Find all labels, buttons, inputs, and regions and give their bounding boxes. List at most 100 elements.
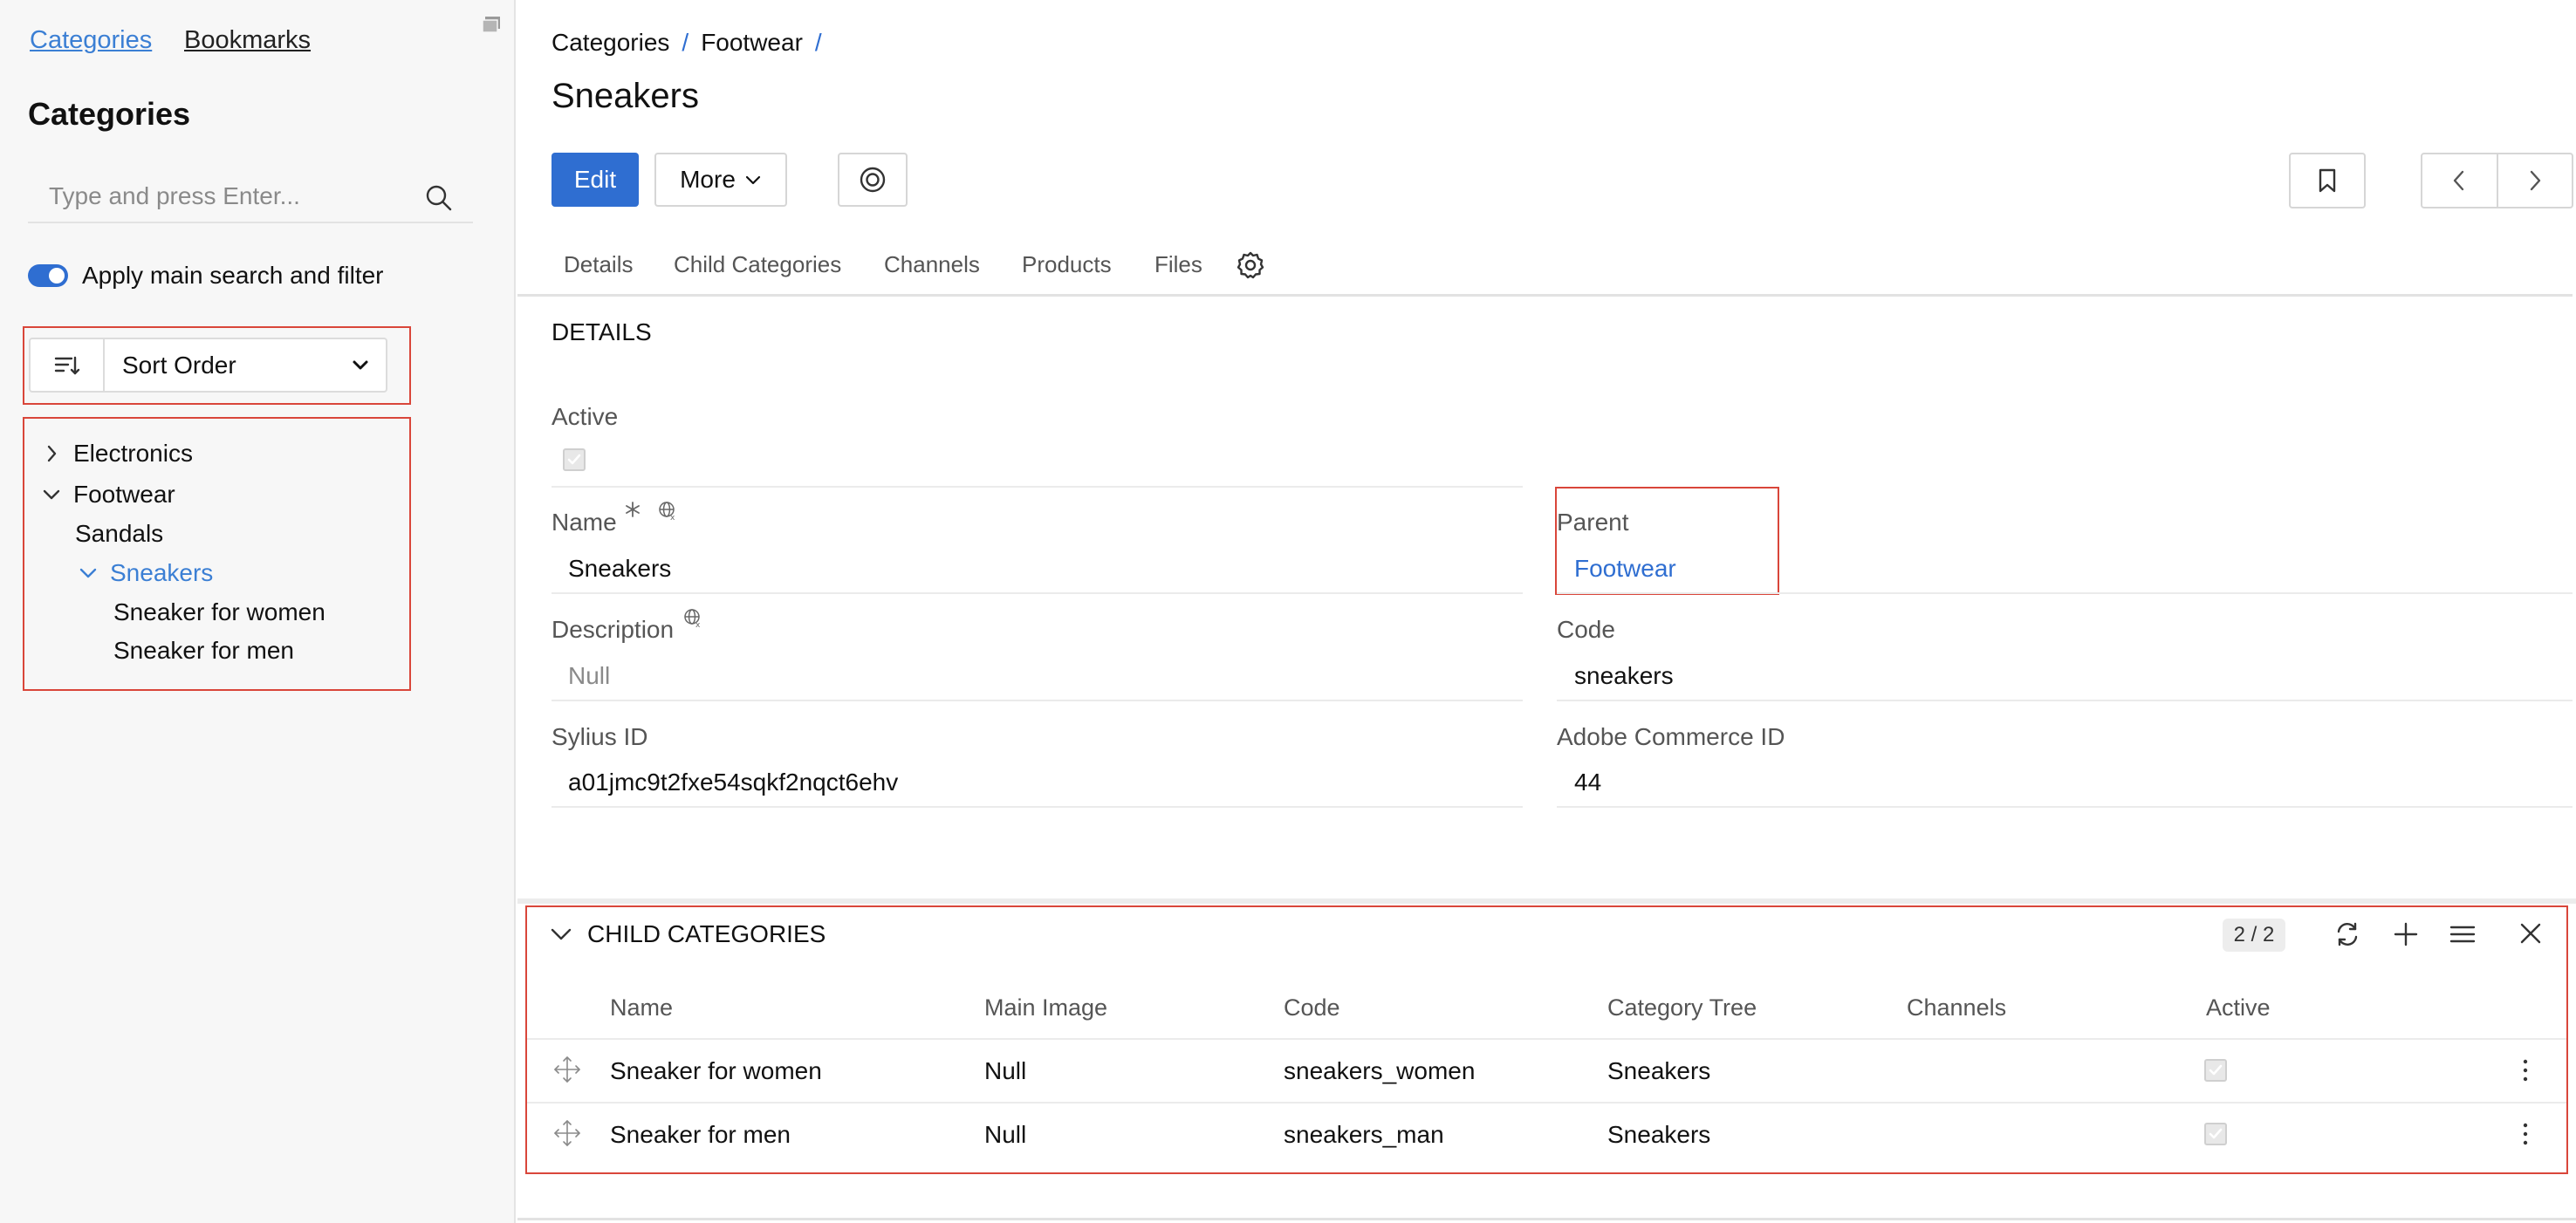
sort-order-value: Sort Order — [122, 351, 236, 379]
search-input[interactable] — [28, 182, 412, 210]
sidebar-title: Categories — [28, 96, 191, 132]
svg-text:x: x — [695, 621, 701, 628]
chevron-down-icon — [353, 360, 368, 369]
bookmark-button[interactable] — [2289, 153, 2366, 208]
tab-products[interactable]: Products — [1022, 251, 1112, 278]
child-active-checkbox — [2204, 1059, 2227, 1082]
tree-item-label: Sneaker for women — [113, 598, 325, 625]
main-search-toggle-row: Apply main search and filter — [28, 262, 384, 290]
edit-button[interactable]: Edit — [552, 153, 639, 207]
toggle-label: Apply main search and filter — [82, 262, 384, 289]
divider — [552, 486, 1523, 488]
chevron-down-icon[interactable] — [549, 922, 573, 946]
child-categories-header[interactable]: CHILD CATEGORIES — [549, 920, 826, 948]
child-count-badge: 2 / 2 — [2223, 919, 2285, 952]
sort-icon — [54, 356, 79, 374]
divider — [1557, 700, 2573, 701]
child-category-tree: Sneakers — [1607, 1057, 1711, 1084]
menu-icon[interactable] — [2449, 920, 2477, 948]
tree-item-sneaker-for-men[interactable]: Sneaker for men — [113, 637, 294, 665]
column-header-channels[interactable]: Channels — [1907, 994, 2006, 1021]
sylius-id-value: a01jmc9t2fxe54sqkf2nqct6ehv — [568, 769, 899, 796]
target-icon — [860, 167, 886, 193]
target-button[interactable] — [838, 153, 908, 207]
column-header-name[interactable]: Name — [610, 994, 673, 1021]
active-label: Active — [552, 403, 619, 430]
search-icon[interactable] — [424, 183, 454, 213]
child-name-link[interactable]: Sneaker for women — [610, 1057, 822, 1085]
previous-record-button[interactable] — [2422, 154, 2498, 207]
drag-icon[interactable] — [552, 1118, 582, 1148]
tree-item-label: Electronics — [73, 440, 193, 467]
child-code: sneakers_women — [1284, 1057, 1476, 1084]
description-value: Null — [568, 662, 611, 689]
child-main-image: Null — [984, 1121, 1027, 1148]
breadcrumb-separator: / — [814, 29, 822, 56]
child-category-tree: Sneakers — [1607, 1121, 1711, 1148]
breadcrumb-footwear[interactable]: Footwear — [701, 29, 803, 57]
sort-order-select[interactable]: Sort Order — [105, 339, 386, 391]
tree-item-label: Footwear — [73, 481, 175, 508]
sort-direction-button[interactable] — [31, 339, 105, 391]
divider — [1557, 806, 2573, 808]
tree-item-label: Sandals — [75, 520, 164, 547]
sidebar-search — [28, 171, 473, 223]
arrow-left-icon — [2454, 170, 2464, 191]
column-header-active[interactable]: Active — [2206, 994, 2271, 1021]
column-header-category-tree[interactable]: Category Tree — [1607, 994, 1757, 1021]
child-categories-title: CHILD CATEGORIES — [587, 920, 826, 947]
drag-icon[interactable] — [552, 1055, 582, 1084]
child-name-link[interactable]: Sneaker for men — [610, 1121, 791, 1149]
name-value: Sneakers — [568, 555, 672, 582]
tab-channels[interactable]: Channels — [884, 251, 980, 278]
required-asterisk-icon — [624, 501, 641, 518]
chevron-down-icon[interactable] — [42, 485, 61, 504]
gear-icon[interactable] — [1236, 250, 1265, 280]
table-header-divider — [527, 1038, 2566, 1040]
section-divider — [517, 898, 2576, 904]
chevron-down-icon — [745, 175, 760, 185]
chevron-right-icon[interactable] — [42, 444, 61, 463]
kebab-icon[interactable] — [2520, 1121, 2531, 1147]
kebab-icon[interactable] — [2520, 1057, 2531, 1083]
divider — [552, 700, 1523, 701]
sidebar: Categories Bookmarks Categories Apply ma… — [0, 0, 516, 1223]
adobe-commerce-id-label: Adobe Commerce ID — [1557, 723, 1785, 750]
active-checkbox — [563, 448, 586, 471]
tab-files[interactable]: Files — [1154, 251, 1202, 278]
tab-child-categories[interactable]: Child Categories — [674, 251, 841, 278]
parent-link[interactable]: Footwear — [1574, 555, 1676, 583]
divider — [552, 592, 1523, 594]
breadcrumb-categories[interactable]: Categories — [552, 29, 669, 57]
chevron-down-icon[interactable] — [79, 564, 98, 583]
tree-item-sneakers[interactable]: Sneakers — [79, 559, 213, 587]
breadcrumb: Categories / Footwear / — [552, 29, 834, 57]
refresh-icon[interactable] — [2333, 920, 2361, 948]
tree-item-footwear[interactable]: Footwear — [42, 481, 175, 509]
tree-item-electronics[interactable]: Electronics — [42, 440, 193, 468]
column-header-main-image[interactable]: Main Image — [984, 994, 1107, 1021]
plus-icon[interactable] — [2392, 920, 2420, 948]
more-button[interactable]: More — [654, 153, 787, 207]
table-row-divider — [527, 1102, 2566, 1103]
description-label: Description — [552, 616, 675, 643]
page-title: Sneakers — [552, 77, 699, 115]
breadcrumb-separator: / — [682, 29, 689, 56]
divider — [552, 806, 1523, 808]
details-heading: DETAILS — [552, 318, 652, 345]
translate-icon[interactable]: x — [657, 500, 678, 521]
collapse-icon[interactable] — [481, 15, 502, 34]
column-header-code[interactable]: Code — [1284, 994, 1340, 1021]
arrow-right-icon — [2530, 170, 2540, 191]
tab-details[interactable]: Details — [564, 251, 633, 278]
tree-item-sneaker-for-women[interactable]: Sneaker for women — [113, 598, 325, 626]
tree-item-sandals[interactable]: Sandals — [75, 520, 163, 548]
sidebar-tab-bookmarks[interactable]: Bookmarks — [184, 26, 311, 55]
main-search-toggle[interactable] — [28, 264, 68, 287]
next-record-button[interactable] — [2498, 154, 2573, 207]
sidebar-tab-categories[interactable]: Categories — [30, 26, 152, 55]
close-icon[interactable] — [2518, 920, 2544, 946]
adobe-commerce-id-value: 44 — [1574, 769, 1602, 796]
code-value: sneakers — [1574, 662, 1674, 689]
translate-icon[interactable]: x — [682, 607, 703, 628]
